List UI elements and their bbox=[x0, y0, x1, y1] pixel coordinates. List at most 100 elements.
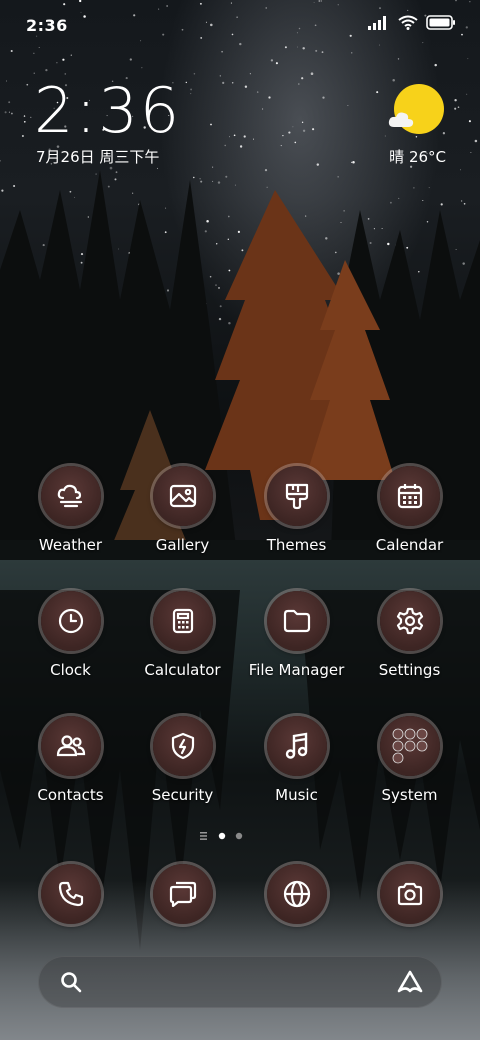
star bbox=[30, 116, 32, 119]
search-icon[interactable] bbox=[60, 971, 82, 993]
app-label: Weather bbox=[38, 536, 103, 554]
app-label: Settings bbox=[378, 661, 441, 679]
star bbox=[23, 120, 26, 123]
star bbox=[302, 129, 306, 132]
contacts-icon bbox=[40, 716, 101, 776]
star bbox=[33, 52, 35, 54]
clock-icon bbox=[40, 591, 101, 651]
feed-page-icon bbox=[200, 832, 207, 840]
dock-messages[interactable] bbox=[126, 860, 239, 924]
app-label: Themes bbox=[266, 536, 327, 554]
calendar-icon bbox=[379, 466, 440, 526]
star bbox=[294, 141, 297, 144]
star bbox=[10, 49, 13, 53]
weather-condition: 晴 bbox=[389, 148, 405, 166]
star bbox=[210, 123, 212, 126]
star bbox=[351, 52, 353, 54]
star bbox=[249, 73, 251, 75]
star bbox=[310, 72, 314, 75]
app-calculator[interactable]: Calculator bbox=[126, 587, 239, 679]
star bbox=[5, 80, 8, 82]
star bbox=[280, 145, 282, 147]
star bbox=[45, 68, 48, 72]
star bbox=[21, 134, 24, 138]
app-label: Gallery bbox=[155, 536, 210, 554]
app-system-folder[interactable]: System bbox=[353, 712, 466, 804]
app-label: Contacts bbox=[37, 786, 104, 804]
star bbox=[312, 128, 315, 131]
app-label: System bbox=[381, 786, 438, 804]
star bbox=[301, 121, 304, 123]
app-clock[interactable]: Clock bbox=[14, 587, 127, 679]
app-file-manager[interactable]: File Manager bbox=[240, 587, 353, 679]
star bbox=[231, 81, 234, 84]
folder-icon bbox=[266, 591, 327, 651]
star bbox=[298, 83, 300, 85]
gallery-icon bbox=[152, 466, 213, 526]
app-weather[interactable]: Weather bbox=[14, 462, 127, 554]
star bbox=[8, 111, 10, 113]
app-row: Clock Calculator File Manager Settings bbox=[0, 587, 480, 687]
weather-widget[interactable]: 晴 26°C bbox=[356, 82, 446, 172]
star bbox=[270, 59, 274, 62]
camera-icon bbox=[379, 864, 440, 924]
app-gallery[interactable]: Gallery bbox=[126, 462, 239, 554]
app-contacts[interactable]: Contacts bbox=[14, 712, 127, 804]
star bbox=[275, 62, 278, 65]
star bbox=[233, 134, 236, 137]
star bbox=[229, 136, 230, 138]
dock-phone[interactable] bbox=[14, 860, 127, 924]
star bbox=[454, 99, 457, 102]
star bbox=[288, 131, 291, 134]
star bbox=[301, 77, 304, 80]
star bbox=[262, 108, 264, 110]
star bbox=[185, 81, 187, 84]
music-icon bbox=[266, 716, 327, 776]
page-indicator[interactable] bbox=[198, 830, 258, 842]
app-calendar[interactable]: Calendar bbox=[353, 462, 466, 554]
wifi-icon bbox=[398, 15, 418, 30]
star bbox=[221, 50, 223, 53]
app-row: Contacts Security Music System bbox=[0, 712, 480, 812]
star bbox=[141, 67, 143, 69]
app-music[interactable]: Music bbox=[240, 712, 353, 804]
star bbox=[315, 49, 318, 52]
app-settings[interactable]: Settings bbox=[353, 587, 466, 679]
star bbox=[190, 88, 193, 91]
star bbox=[244, 85, 248, 88]
assistant-icon[interactable] bbox=[396, 969, 424, 995]
dock-browser[interactable] bbox=[240, 860, 353, 924]
star bbox=[8, 101, 11, 104]
app-themes[interactable]: Themes bbox=[240, 462, 353, 554]
star bbox=[256, 91, 259, 93]
dock bbox=[0, 860, 480, 930]
star bbox=[468, 120, 471, 123]
messages-icon bbox=[152, 864, 213, 924]
app-label: Clock bbox=[50, 661, 91, 679]
star bbox=[10, 112, 13, 115]
app-label: File Manager bbox=[248, 661, 345, 679]
status-time: 2:36 bbox=[26, 16, 68, 35]
star bbox=[193, 72, 196, 75]
star bbox=[23, 115, 26, 117]
star bbox=[292, 126, 294, 128]
star bbox=[252, 138, 255, 140]
star bbox=[268, 96, 271, 99]
star bbox=[129, 58, 132, 61]
star bbox=[321, 51, 324, 53]
star bbox=[222, 81, 225, 84]
page-dot bbox=[235, 832, 243, 840]
search-bar[interactable] bbox=[38, 956, 442, 1008]
clock-widget-time[interactable]: 2:36 bbox=[34, 80, 181, 142]
phone-icon bbox=[40, 864, 101, 924]
browser-icon bbox=[266, 864, 327, 924]
dock-camera[interactable] bbox=[353, 860, 466, 924]
star bbox=[282, 134, 284, 137]
cloud-icon bbox=[388, 112, 414, 127]
weather-summary: 晴 26°C bbox=[389, 146, 446, 167]
gear-icon bbox=[379, 591, 440, 651]
app-label: Music bbox=[275, 786, 318, 804]
weather-icon bbox=[40, 466, 101, 526]
star bbox=[322, 96, 325, 99]
app-security[interactable]: Security bbox=[126, 712, 239, 804]
